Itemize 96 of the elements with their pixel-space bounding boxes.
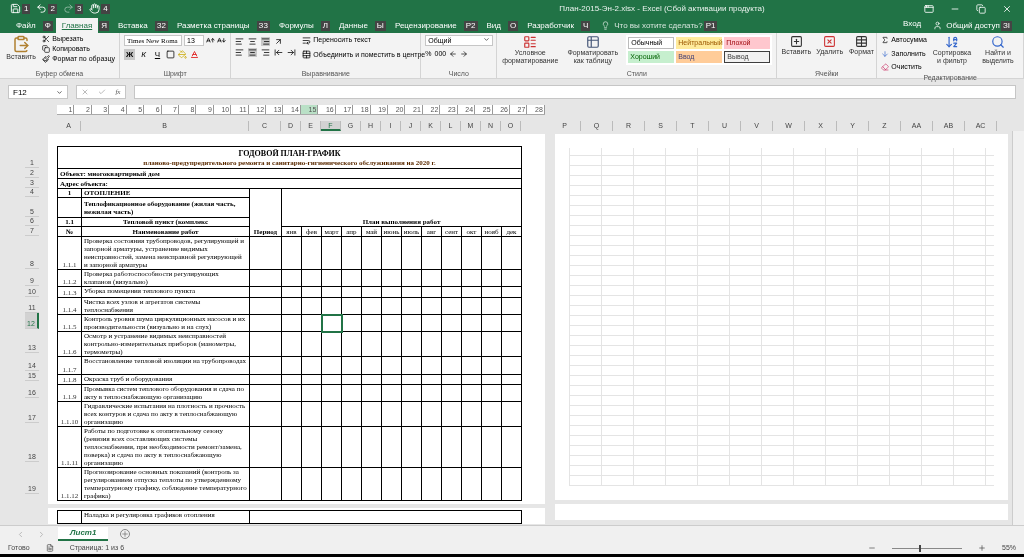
search-icon	[991, 35, 1005, 49]
decrease-decimal-icon[interactable]	[460, 50, 469, 59]
table-cell[interactable]	[321, 286, 342, 298]
paintbrush-icon	[42, 55, 51, 63]
italic-button[interactable]: К	[138, 49, 149, 60]
table-cell[interactable]	[321, 374, 342, 385]
grow-font-icon[interactable]	[206, 36, 215, 45]
keytip: ЗІ	[1000, 20, 1012, 31]
align-top-icon[interactable]	[235, 37, 245, 46]
keytip: 4	[101, 3, 110, 14]
table-cell[interactable]	[321, 331, 342, 357]
align-center-icon[interactable]	[248, 48, 258, 57]
selected-cell[interactable]	[321, 314, 342, 332]
ribbon-tab[interactable]: Главная	[55, 18, 99, 33]
formula-field[interactable]	[134, 85, 1016, 99]
ribbon-tab[interactable]: Вставка	[112, 18, 154, 33]
increase-decimal-icon[interactable]	[449, 50, 458, 59]
sheet-tab[interactable]: Лист1	[58, 527, 109, 541]
clipboard-icon	[12, 35, 31, 53]
sigma-icon	[881, 36, 890, 45]
fill-color-icon[interactable]	[178, 50, 187, 59]
shrink-font-icon[interactable]	[217, 36, 226, 45]
table-cell[interactable]	[321, 236, 342, 270]
table-cell[interactable]	[321, 426, 342, 468]
undo-icon	[36, 3, 48, 14]
keytip: 3	[74, 3, 84, 14]
wrap-icon	[302, 35, 312, 45]
zoom-slider-thumb[interactable]	[919, 544, 922, 552]
zoom-in-icon[interactable]	[978, 544, 986, 552]
list-icon	[523, 35, 538, 49]
keytip: Ф	[42, 20, 53, 31]
save-icon	[10, 3, 21, 14]
window-title: План-2015-Эн-2.xlsx - Excel (Сбой активации продукта)	[558, 2, 766, 15]
table-cell[interactable]	[321, 401, 342, 427]
copy-icon	[42, 45, 51, 53]
keytip: З2	[154, 20, 168, 31]
font-color-icon[interactable]	[190, 50, 199, 59]
keytip: 2	[48, 3, 57, 14]
quick-access-button[interactable]	[36, 3, 48, 14]
arrow-down-icon	[881, 49, 890, 58]
share-button[interactable]: Общий доступ	[933, 18, 1000, 33]
borders-icon[interactable]	[166, 50, 175, 59]
sort-icon	[945, 35, 959, 49]
align-middle-icon[interactable]	[248, 37, 258, 46]
table-cell[interactable]	[321, 356, 342, 375]
grid-icon	[854, 35, 868, 48]
keytip: Я	[99, 20, 109, 31]
align-left-icon[interactable]	[235, 48, 245, 57]
sheet-title: ГОДОВОЙ ПЛАН-ГРАФИК	[237, 148, 342, 159]
delete-icon	[823, 35, 837, 48]
vertical-scrollbar[interactable]	[1012, 131, 1024, 525]
person-icon	[933, 21, 943, 30]
restore-icon[interactable]	[976, 3, 986, 14]
tell-me-field[interactable]: Что вы хотите сделать?	[601, 18, 703, 33]
keytip: Л	[320, 20, 330, 31]
ribbon-tab[interactable]: Вид	[480, 18, 507, 33]
quick-access-button[interactable]	[10, 3, 21, 14]
keytip: Ы	[374, 20, 386, 31]
lightbulb-icon	[601, 21, 611, 30]
add-sheet-icon[interactable]	[120, 529, 131, 539]
merge-icon	[302, 50, 312, 60]
close-icon[interactable]	[1002, 3, 1012, 14]
decrease-indent-icon[interactable]	[274, 48, 284, 57]
ribbon-tab[interactable]: Данные	[332, 18, 374, 33]
insert-icon	[789, 35, 803, 48]
table-icon	[585, 35, 600, 49]
scissors-icon	[42, 35, 51, 43]
align-right-icon[interactable]	[261, 48, 271, 57]
keytip: Р1	[703, 20, 718, 31]
sign-in-link[interactable]: Вход	[903, 18, 922, 33]
orientation-icon[interactable]	[274, 37, 284, 46]
eraser-icon	[881, 63, 890, 72]
keytip: Ч	[580, 20, 591, 31]
ribbon-display-icon[interactable]	[924, 3, 934, 14]
keytip: З3	[256, 20, 270, 31]
caret-icon	[56, 89, 63, 96]
redo-icon	[62, 3, 74, 14]
keytip: О	[508, 20, 519, 31]
ribbon-tab[interactable]: Разработчик	[521, 18, 580, 33]
keytip: Р2	[463, 20, 478, 31]
underline-button[interactable]: Ч	[152, 49, 163, 60]
ribbon-tab[interactable]: Рецензирование	[388, 18, 463, 33]
keytip: 1	[22, 3, 31, 14]
ribbon-tab[interactable]: Разметка страницы	[171, 18, 256, 33]
caret-icon	[483, 36, 491, 43]
hand-icon	[89, 3, 101, 14]
table-cell[interactable]	[321, 269, 342, 287]
table-cell[interactable]	[321, 384, 342, 402]
increase-indent-icon[interactable]	[287, 48, 297, 57]
ribbon-tab[interactable]: Файл	[10, 18, 42, 33]
name-box[interactable]: F12	[8, 85, 68, 99]
table-cell[interactable]	[321, 467, 342, 501]
bold-button[interactable]: Ж	[124, 49, 135, 60]
align-bottom-icon[interactable]	[261, 37, 271, 46]
ribbon-tab[interactable]: Формулы	[272, 18, 320, 33]
quick-access-button[interactable]	[89, 3, 101, 14]
